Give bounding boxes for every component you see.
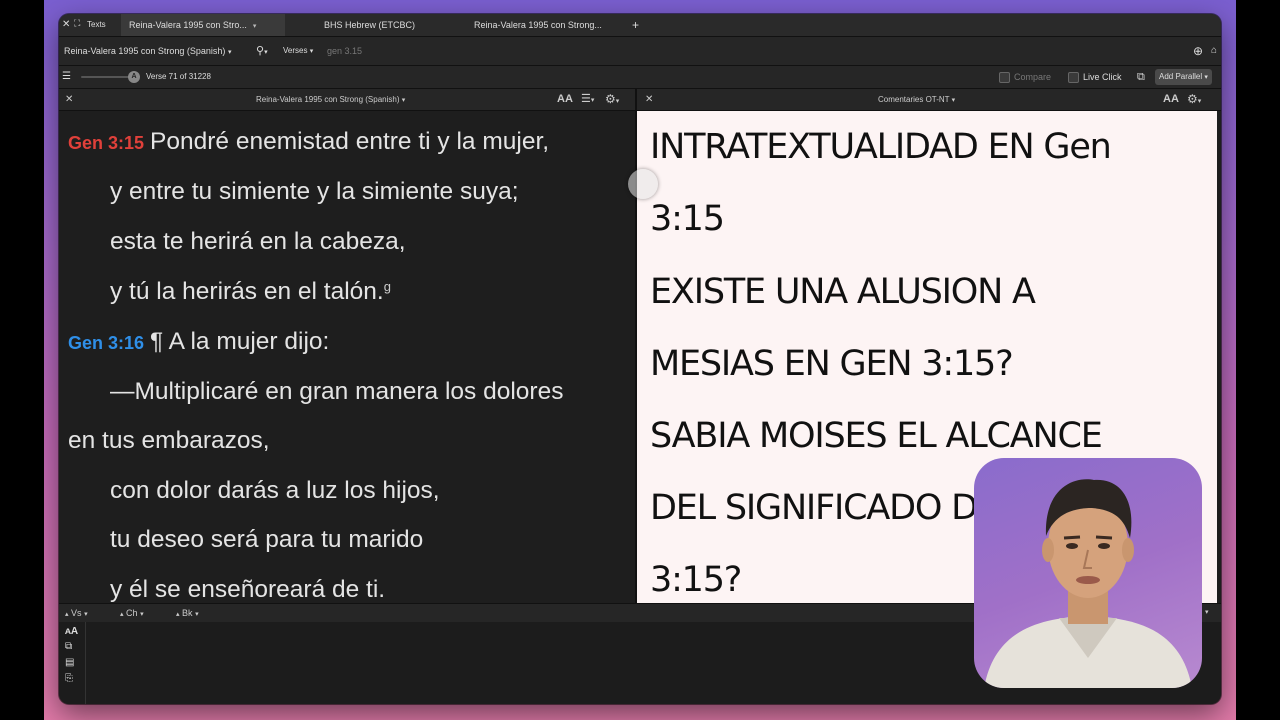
verse-text: y tú la herirás en el talón. bbox=[110, 278, 384, 305]
chevron-down-icon: ▾ bbox=[227, 49, 232, 56]
font-size-icon[interactable]: ᴀA bbox=[65, 626, 78, 637]
resource-selector[interactable]: Reina-Valera 1995 con Strong (Spanish) ▾ bbox=[64, 37, 231, 67]
add-parallel-label: Add Parallel bbox=[1159, 72, 1203, 81]
tab-label: BHS Hebrew (ETCBC) bbox=[324, 20, 416, 30]
verse-text: ¶ A la mujer dijo: bbox=[150, 328, 330, 355]
chapter-nav-label: Ch bbox=[126, 608, 138, 618]
layout-icon[interactable]: ⧉ bbox=[1137, 66, 1145, 88]
live-click-label: Live Click bbox=[1083, 72, 1122, 82]
left-pane-title: Reina-Valera 1995 con Strong (Spanish) bbox=[256, 95, 400, 104]
pane-title[interactable]: Reina-Valera 1995 con Strong (Spanish) ▾ bbox=[256, 89, 405, 111]
verse-toolbar: ☰ A Verse 71 of 31228 Compare Live Click… bbox=[59, 66, 1221, 89]
add-tab-button[interactable]: + bbox=[632, 14, 639, 36]
close-icon[interactable]: ✕ bbox=[65, 89, 73, 110]
chevron-down-icon[interactable]: ▾ bbox=[1205, 604, 1209, 622]
texts-label[interactable]: Texts bbox=[87, 14, 106, 36]
search-icon[interactable]: ⚲▾ bbox=[256, 37, 268, 67]
resource-toolbar: Reina-Valera 1995 con Strong (Spanish) ▾… bbox=[59, 37, 1221, 66]
verse-line: y entre tu simiente y la simiente suya; bbox=[110, 178, 519, 205]
chevron-down-icon: ▾ bbox=[401, 97, 406, 104]
chevron-down-icon: ▾ bbox=[140, 611, 144, 618]
clipboard-icon[interactable]: ▤ bbox=[65, 657, 74, 668]
font-size-icon[interactable]: AA bbox=[557, 89, 573, 110]
bible-text-pane[interactable]: Gen 3:15 Pondré enemistad entre ti y la m… bbox=[59, 111, 635, 603]
verse-line: y él se enseñoreará de ti. bbox=[110, 576, 386, 603]
footnote-marker[interactable]: g bbox=[384, 279, 391, 294]
gear-icon[interactable]: ⚙▾ bbox=[1187, 89, 1201, 112]
tab-reina-valera[interactable]: Reina-Valera 1995 con Stro... ▾ bbox=[121, 14, 285, 36]
live-click-checkbox[interactable] bbox=[1068, 72, 1079, 83]
verse-line: Gen 3:15 Pondré enemistad entre ti y la m… bbox=[68, 128, 549, 156]
tab-reina-valera-2[interactable]: Reina-Valera 1995 con Strong... bbox=[474, 14, 602, 36]
right-pane-header: ✕ Comentaries OT-NT ▾ AA ⚙▾ bbox=[637, 89, 1221, 111]
commentary-line: SABIA MOISES EL ALCANCE bbox=[650, 416, 1103, 456]
commentary-line: EXISTE UNA ALUSION A bbox=[650, 272, 1036, 312]
verse-slider-track[interactable] bbox=[81, 76, 133, 78]
verse-position: Verse 71 of 31228 bbox=[146, 72, 211, 81]
verse-line: esta te herirá en la cabeza, bbox=[110, 228, 406, 255]
gear-icon[interactable]: ⚙▾ bbox=[605, 89, 619, 112]
chapter-nav[interactable]: ▴ Ch ▾ bbox=[120, 604, 144, 624]
tab-bar: ✕ ⛶ Texts Reina-Valera 1995 con Stro... ▾… bbox=[59, 14, 1221, 37]
verse-line: en tus embarazos, bbox=[68, 427, 270, 454]
pane-title[interactable]: Comentaries OT-NT ▾ bbox=[878, 89, 955, 111]
webcam-overlay bbox=[974, 458, 1202, 688]
list-icon[interactable]: ☰ bbox=[62, 66, 71, 88]
book-nav-label: Bk bbox=[182, 608, 193, 618]
font-size-icon[interactable]: AA bbox=[1163, 89, 1179, 110]
export-icon[interactable]: ⎘ bbox=[65, 673, 73, 684]
add-parallel-button[interactable]: Add Parallel ▾ bbox=[1155, 69, 1212, 85]
tab-label: Reina-Valera 1995 con Stro... bbox=[129, 20, 247, 30]
tab-bhs-hebrew[interactable]: BHS Hebrew (ETCBC) bbox=[324, 14, 415, 36]
verse-line: Gen 3:16 ¶ A la mujer dijo: bbox=[68, 328, 329, 356]
chevron-down-icon: ▾ bbox=[195, 611, 199, 618]
verse-slider-knob[interactable]: A bbox=[128, 71, 140, 83]
left-pane-header: ✕ Reina-Valera 1995 con Strong (Spanish)… bbox=[59, 89, 635, 111]
search-mode-selector[interactable]: Verses ▾ bbox=[283, 37, 313, 66]
user-icon[interactable]: ⌂ bbox=[1211, 37, 1217, 65]
commentary-line: DEL SIGNIFICADO DE bbox=[650, 488, 999, 528]
commentary-line: INTRATEXTUALIDAD EN Gen bbox=[650, 127, 1112, 167]
verse-line: y tú la herirás en el talón.g bbox=[110, 278, 391, 306]
reference-input[interactable]: gen 3.15 bbox=[327, 37, 362, 65]
book-nav[interactable]: ▴ Bk ▾ bbox=[176, 604, 199, 624]
chevron-down-icon: ▾ bbox=[309, 48, 314, 55]
chevron-down-icon: ▾ bbox=[1204, 74, 1208, 81]
verse-line: con dolor darás a luz los hijos, bbox=[110, 477, 440, 504]
verse-text: Pondré enemistad entre ti y la mujer, bbox=[150, 128, 550, 155]
close-icon[interactable]: ✕ bbox=[645, 89, 653, 110]
fullscreen-icon[interactable]: ⛶ bbox=[74, 19, 80, 28]
chevron-down-icon: ▾ bbox=[84, 611, 88, 618]
tab-label: Reina-Valera 1995 con Strong... bbox=[474, 20, 602, 30]
commentary-line: 3:15? bbox=[650, 560, 742, 600]
right-pane-title: Comentaries OT-NT bbox=[878, 95, 950, 104]
resource-name: Reina-Valera 1995 con Strong (Spanish) bbox=[64, 46, 226, 56]
add-circle-icon[interactable]: ⊕ bbox=[1193, 37, 1203, 65]
format-list-icon[interactable]: ☰▾ bbox=[581, 89, 594, 111]
verse-reference[interactable]: Gen 3:15 bbox=[68, 133, 144, 153]
search-mode-label: Verses bbox=[283, 46, 308, 55]
commentary-line: 3:15 bbox=[650, 199, 725, 239]
verse-line: —Multiplicaré en gran manera los dolores bbox=[110, 378, 564, 405]
verse-nav[interactable]: ▴ Vs ▾ bbox=[65, 604, 88, 624]
commentary-line: MESIAS EN GEN 3:15? bbox=[650, 344, 1014, 384]
copy-icon[interactable]: ⧉ bbox=[65, 641, 72, 652]
compare-label: Compare bbox=[1014, 72, 1052, 82]
chevron-down-icon[interactable]: ▾ bbox=[253, 23, 257, 30]
verse-reference[interactable]: Gen 3:16 bbox=[68, 333, 144, 353]
presenter-image bbox=[984, 479, 1192, 688]
side-toolbar: ᴀA ⧉ ▤ ⎘ bbox=[59, 622, 86, 704]
close-icon[interactable]: ✕ bbox=[62, 20, 70, 30]
chevron-down-icon: ▾ bbox=[951, 97, 956, 104]
verse-nav-label: Vs bbox=[71, 608, 82, 618]
cursor-highlight bbox=[628, 169, 658, 199]
verse-line: tu deseo será para tu marido bbox=[110, 526, 424, 553]
compare-checkbox[interactable] bbox=[999, 72, 1010, 83]
